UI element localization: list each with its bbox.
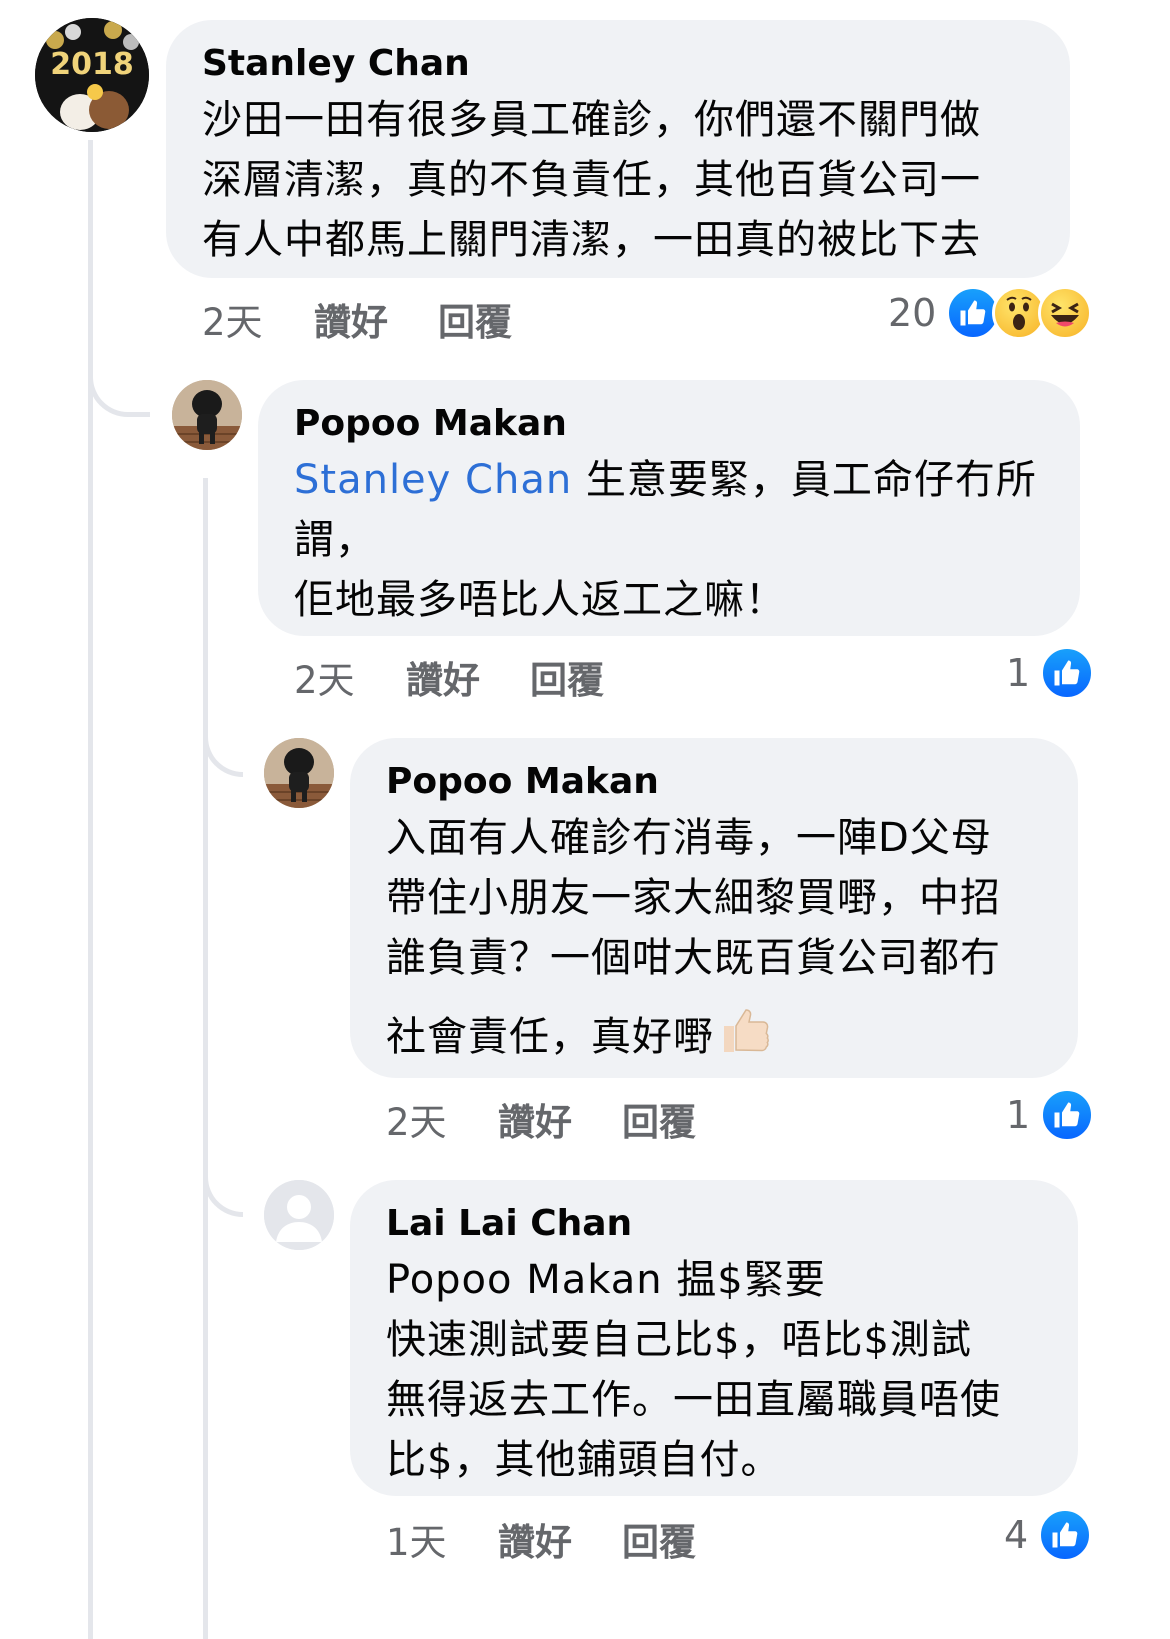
comment-text-line: 有人中都馬上關門清潔，一田真的被比下去 — [202, 217, 981, 263]
reaction-count: 4 — [1004, 1513, 1029, 1557]
comment-timestamp[interactable]: 1天 — [386, 1512, 498, 1566]
comment-author[interactable]: Popoo Makan — [294, 402, 1044, 446]
thread-line-replies — [203, 478, 208, 1639]
haha-icon — [1038, 286, 1093, 340]
default-user-icon — [264, 1180, 334, 1250]
reaction-summary[interactable]: 20 — [888, 286, 1093, 340]
comment-text-line: 沙田一田有很多員工確診，你們還不關門做 — [202, 97, 981, 143]
comment-bubble: Popoo Makan 入面有人確診冇消毒，一陣D父母 帶住小朋友一家大細黎買嘢… — [350, 738, 1078, 1078]
comment-text-line: 比$，其他鋪頭自付。 — [386, 1437, 782, 1483]
like-icon — [1040, 1088, 1095, 1142]
avatar[interactable] — [264, 738, 334, 808]
reaction-count: 1 — [1006, 651, 1031, 695]
comment-actions: 2天 讚好 回覆 — [202, 292, 512, 346]
avatar-dog-image — [172, 380, 242, 450]
comment-bubble: Lai Lai Chan Popoo Makan 揾$緊要 快速測試要自己比$，… — [350, 1180, 1078, 1496]
comment-author[interactable]: Lai Lai Chan — [386, 1202, 1042, 1246]
comment-text-line: 佢地最多唔比人返工之嘛！ — [294, 577, 786, 623]
like-link[interactable]: 讚好 — [498, 1092, 622, 1146]
comment-text-line: 謂， — [294, 517, 376, 563]
avatar[interactable]: 2018 — [35, 18, 149, 132]
comment-text-line: 深層清潔，真的不負責任，其他百貨公司一 — [202, 157, 981, 203]
comment-text: 生意要緊，員工命仔冇所 — [572, 457, 1037, 503]
reaction-count: 20 — [888, 291, 937, 335]
mention-link[interactable]: Stanley Chan — [294, 457, 572, 503]
avatar-dog-image — [264, 738, 334, 808]
comment-bubble: Popoo Makan Stanley Chan 生意要緊，員工命仔冇所 謂， … — [258, 380, 1080, 636]
comment-actions: 1天 讚好 回覆 — [386, 1512, 696, 1566]
comment-text-line: Popoo Makan 揾$緊要 — [386, 1250, 1042, 1310]
like-icon — [1040, 646, 1095, 700]
thread-connector — [203, 720, 243, 777]
reply-link[interactable]: 回覆 — [622, 1092, 696, 1146]
like-link[interactable]: 讚好 — [498, 1512, 622, 1566]
comment-text-line: 誰負責？一個咁大既百貨公司都冇 — [386, 935, 1001, 981]
comment-text-line: 社會責任，真好嘢 — [386, 1000, 1042, 1073]
svg-text:2018: 2018 — [50, 47, 134, 82]
comment-text: 社會責任，真好嘢 — [386, 1013, 714, 1060]
thread-connector — [203, 1160, 243, 1217]
like-link[interactable]: 讚好 — [314, 292, 438, 346]
reply-link[interactable]: 回覆 — [438, 292, 512, 346]
comment-bubble: Stanley Chan 沙田一田有很多員工確診，你們還不關門做 深層清潔，真的… — [166, 20, 1070, 278]
comment-author[interactable]: Stanley Chan — [202, 42, 1034, 86]
comment-text-line: Stanley Chan 生意要緊，員工命仔冇所 — [294, 450, 1044, 510]
comment-timestamp[interactable]: 2天 — [386, 1092, 498, 1146]
reaction-count: 1 — [1006, 1093, 1031, 1137]
avatar[interactable] — [172, 380, 242, 450]
reaction-summary[interactable]: 4 — [1004, 1508, 1093, 1562]
comment-text: 揾$緊要 — [662, 1257, 826, 1303]
thumbs-up-emoji — [718, 1000, 774, 1073]
thread-connector — [88, 360, 150, 417]
comment-timestamp[interactable]: 2天 — [294, 650, 406, 704]
avatar-default[interactable] — [264, 1180, 334, 1250]
comment-text-line: 快速測試要自己比$，唔比$測試 — [386, 1317, 972, 1363]
reply-link[interactable]: 回覆 — [622, 1512, 696, 1566]
reply-link[interactable]: 回覆 — [530, 650, 604, 704]
reaction-summary[interactable]: 1 — [1006, 1088, 1095, 1142]
reaction-summary[interactable]: 1 — [1006, 646, 1095, 700]
comment-author[interactable]: Popoo Makan — [386, 760, 1042, 804]
comment-timestamp[interactable]: 2天 — [202, 292, 314, 346]
comment-actions: 2天 讚好 回覆 — [294, 650, 604, 704]
comment-text-line: 入面有人確診冇消毒，一陣D父母 — [386, 815, 992, 861]
comment-actions: 2天 讚好 回覆 — [386, 1092, 696, 1146]
comment-text-line: 帶住小朋友一家大細黎買嘢，中招 — [386, 875, 1001, 921]
mention-text[interactable]: Popoo Makan — [386, 1257, 663, 1303]
like-icon — [1038, 1508, 1093, 1562]
avatar-2018-image: 2018 — [35, 18, 149, 132]
like-link[interactable]: 讚好 — [406, 650, 530, 704]
comment-text-line: 無得返去工作。一田直屬職員唔使 — [386, 1377, 1001, 1423]
